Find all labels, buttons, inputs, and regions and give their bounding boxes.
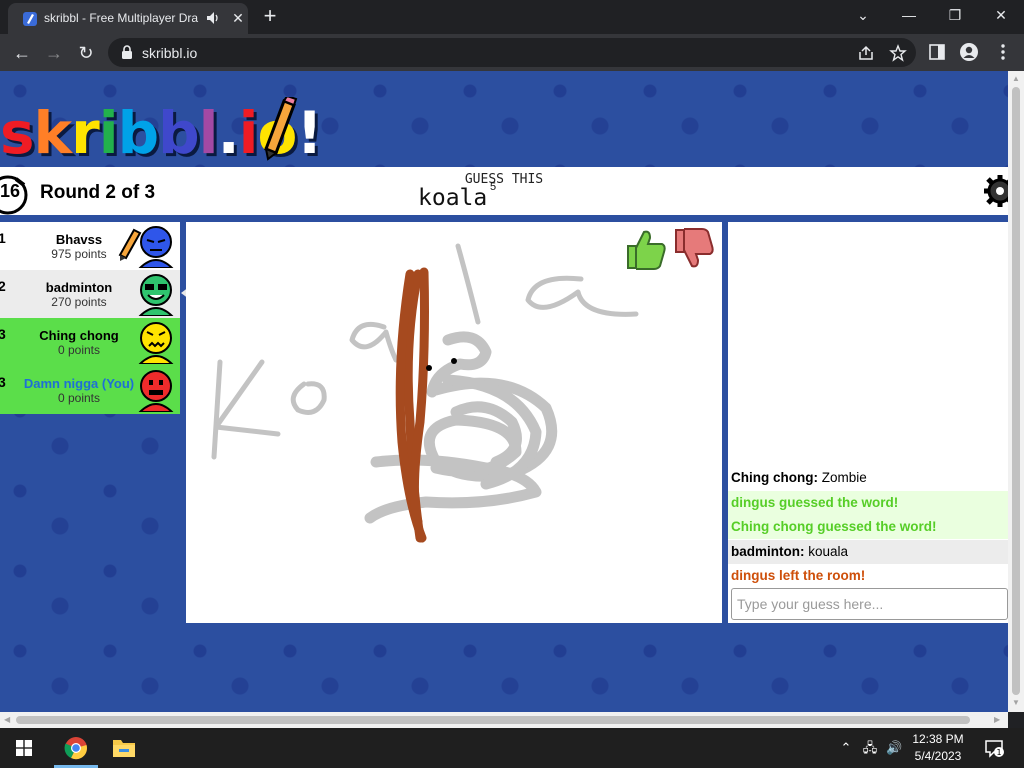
avatar — [138, 274, 174, 316]
logo-letter: i — [98, 99, 119, 167]
chat-message: badminton: kouala — [728, 540, 1008, 564]
address-bar[interactable]: skribbl.io — [108, 38, 916, 67]
hint-label: GUESS THIS — [464, 172, 544, 187]
network-icon[interactable]: 🖧 — [862, 740, 878, 756]
tab-search-icon[interactable]: ⌄ — [840, 0, 886, 32]
chat-sender: badminton: — [731, 544, 805, 559]
thumbs-down-icon[interactable] — [672, 226, 716, 272]
horizontal-scrollbar[interactable]: ◀ ▶ — [0, 712, 1008, 728]
speaker-icon[interactable] — [206, 10, 220, 26]
forward-icon[interactable]: → — [41, 40, 67, 66]
share-icon[interactable] — [857, 44, 875, 62]
chat-text: kouala — [808, 544, 849, 559]
side-panel-icon[interactable] — [927, 42, 947, 62]
chat-sender: Ching chong: — [731, 470, 818, 485]
logo-letter: k — [33, 99, 73, 167]
drawing-canvas[interactable] — [186, 222, 722, 623]
thumbs-up-icon[interactable] — [624, 226, 668, 272]
scroll-right-icon[interactable]: ▶ — [994, 715, 1000, 724]
windows-start-icon[interactable] — [16, 740, 32, 756]
new-tab-button[interactable]: + — [259, 5, 281, 28]
menu-kebab-icon[interactable] — [993, 42, 1013, 62]
scroll-down-icon[interactable]: ▼ — [1012, 698, 1020, 707]
chat-message: Ching chong guessed the word! — [728, 515, 1008, 539]
player-row[interactable]: 1 Bhavss 975 points — [0, 222, 180, 270]
word-to-guess: koala — [418, 185, 488, 211]
player-row[interactable]: 3 Ching chong 0 points — [0, 318, 180, 366]
player-row[interactable]: 2 badminton 270 points — [0, 270, 180, 318]
chat-message: dingus guessed the word! — [728, 491, 1008, 515]
gear-icon[interactable] — [982, 173, 1008, 209]
logo-letter: i — [238, 99, 259, 167]
vertical-scrollbar[interactable]: ▲ ▼ — [1008, 71, 1024, 712]
page-viewport: skribbl.io! 16 Round 2 of 3 GUESS THIS k… — [0, 71, 1008, 712]
horizontal-scroll-thumb[interactable] — [16, 716, 970, 724]
restore-icon[interactable]: ❐ — [932, 0, 978, 32]
taskbar-time[interactable]: 12:38 PM — [906, 732, 970, 746]
close-window-icon[interactable]: ✕ — [978, 0, 1024, 32]
drawing-strokes — [211, 243, 639, 543]
logo-letter: s — [0, 99, 35, 167]
vertical-scroll-thumb[interactable] — [1012, 87, 1020, 695]
chevron-up-icon[interactable]: ⌃ — [838, 740, 854, 756]
browser-toolbar: ← → ↻ skribbl.io — [0, 34, 1024, 71]
scroll-left-icon[interactable]: ◀ — [4, 715, 10, 724]
logo-letter: r — [71, 99, 100, 167]
chat-message: dingus left the room! — [728, 564, 1008, 588]
word-length: 5 — [490, 181, 497, 193]
logo-letter: l — [198, 99, 219, 167]
chat-message: Ching chong: Zombie — [728, 466, 1008, 490]
logo-letter: b — [117, 99, 160, 167]
chat-text: dingus guessed the word! — [731, 495, 899, 510]
notification-icon[interactable]: 1 — [984, 738, 1004, 758]
volume-icon[interactable]: 🔊 — [886, 740, 902, 756]
avatar — [138, 370, 174, 412]
notification-count: 1 — [996, 748, 1001, 757]
lock-icon[interactable] — [120, 45, 134, 60]
bookmark-star-icon[interactable] — [889, 44, 907, 62]
guess-input[interactable] — [731, 588, 1008, 620]
url-text: skribbl.io — [142, 45, 198, 61]
chat-text: Zombie — [821, 470, 867, 485]
chat-text: dingus left the room! — [731, 568, 866, 583]
tab-strip: skribbl - Free Multiplayer Dra ✕ + ⌄ — ❐… — [0, 0, 1024, 34]
profile-icon[interactable] — [959, 42, 979, 62]
file-explorer-icon[interactable] — [112, 737, 136, 759]
logo-pencil-icon — [264, 97, 298, 161]
skribbl-favicon-icon — [23, 12, 37, 26]
player-list: 1 Bhavss 975 points 2 badminton 270 poin… — [0, 222, 180, 414]
chat-panel: Ching chong: Zombie dingus guessed the w… — [728, 222, 1008, 623]
browser-tab[interactable]: skribbl - Free Multiplayer Dra ✕ — [8, 3, 248, 34]
player-row[interactable]: 3 Damn nigga (You) 0 points — [0, 366, 180, 414]
avatar — [138, 322, 174, 364]
chrome-icon[interactable] — [64, 736, 88, 760]
game-header: 16 Round 2 of 3 GUESS THIS koala 5 — [0, 167, 1008, 215]
scroll-up-icon[interactable]: ▲ — [1012, 74, 1020, 83]
avatar — [138, 226, 174, 268]
reload-icon[interactable]: ↻ — [73, 40, 99, 66]
taskbar-date[interactable]: 5/4/2023 — [906, 749, 970, 763]
back-icon[interactable]: ← — [9, 40, 35, 66]
logo-letter: b — [158, 99, 200, 167]
logo-letter: ! — [296, 99, 322, 167]
windows-taskbar: ⌃ 🖧 🔊 12:38 PM 5/4/2023 1 — [0, 728, 1024, 768]
tab-title: skribbl - Free Multiplayer Dra — [44, 11, 199, 25]
chat-text: Ching chong guessed the word! — [731, 519, 937, 534]
tab-close-icon[interactable]: ✕ — [230, 10, 246, 26]
minimize-icon[interactable]: — — [886, 0, 932, 32]
logo-letter: . — [217, 99, 240, 167]
